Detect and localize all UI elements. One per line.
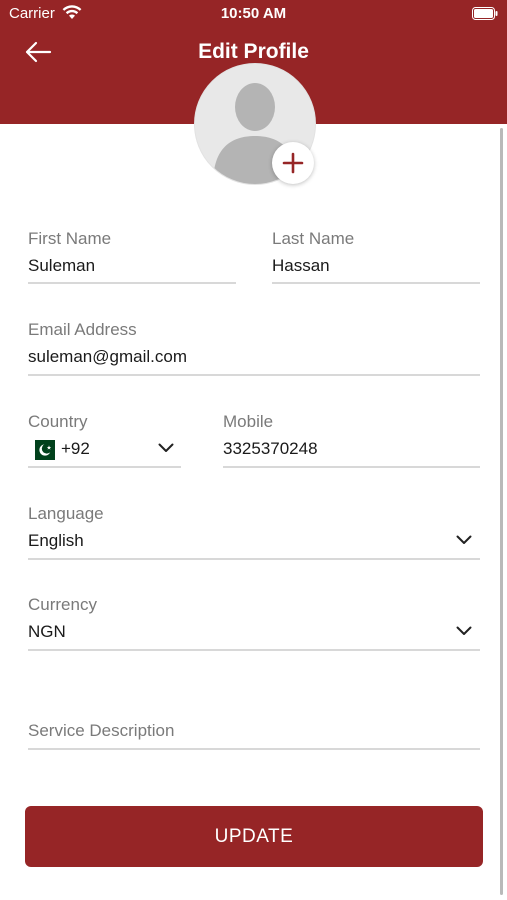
currency-underline <box>28 649 480 651</box>
page-title: Edit Profile <box>198 40 309 63</box>
last-name-field[interactable]: Last Name Hassan <box>272 228 480 286</box>
last-name-label: Last Name <box>272 229 355 248</box>
language-label: Language <box>28 504 104 523</box>
last-name-input[interactable]: Hassan <box>272 254 480 278</box>
profile-photo <box>194 63 316 185</box>
chevron-down-icon <box>456 535 472 544</box>
language-select[interactable]: Language English <box>28 503 480 561</box>
service-description-field[interactable]: Service Description <box>28 720 480 752</box>
pakistan-flag-icon <box>28 439 55 460</box>
service-description-underline <box>28 748 480 750</box>
add-photo-button[interactable] <box>272 142 314 184</box>
mobile-label: Mobile <box>223 412 274 431</box>
battery-icon <box>472 7 498 20</box>
first-name-input[interactable]: Suleman <box>28 254 236 278</box>
status-time: 10:50 AM <box>220 5 287 22</box>
mobile-underline <box>223 466 480 468</box>
scrollbar[interactable] <box>500 128 503 895</box>
mobile-field[interactable]: Mobile 3325370248 <box>223 411 480 469</box>
first-name-label: First Name <box>28 229 112 248</box>
mobile-input[interactable]: 3325370248 <box>223 437 480 461</box>
email-underline <box>28 374 480 376</box>
country-underline <box>28 466 181 468</box>
status-bar: Carrier 10:50 AM <box>0 0 507 28</box>
currency-value[interactable]: NGN <box>28 620 480 644</box>
country-label: Country <box>28 412 88 431</box>
language-value[interactable]: English <box>28 529 480 553</box>
currency-label: Currency <box>28 595 97 614</box>
chevron-down-icon <box>158 443 174 452</box>
first-name-field[interactable]: First Name Suleman <box>28 228 236 286</box>
email-field[interactable]: Email Address suleman@gmail.com <box>28 319 480 377</box>
language-underline <box>28 558 480 560</box>
first-name-underline <box>28 282 236 284</box>
country-code: +92 <box>61 439 90 458</box>
update-button[interactable]: UPDATE <box>25 806 483 867</box>
country-picker[interactable]: Country +92 <box>28 411 181 469</box>
service-description-input[interactable]: Service Description <box>28 720 480 742</box>
currency-select[interactable]: Currency NGN <box>28 594 480 652</box>
plus-icon <box>282 152 304 174</box>
last-name-underline <box>272 282 480 284</box>
chevron-down-icon <box>456 626 472 635</box>
email-input[interactable]: suleman@gmail.com <box>28 345 480 369</box>
email-label: Email Address <box>28 320 137 339</box>
